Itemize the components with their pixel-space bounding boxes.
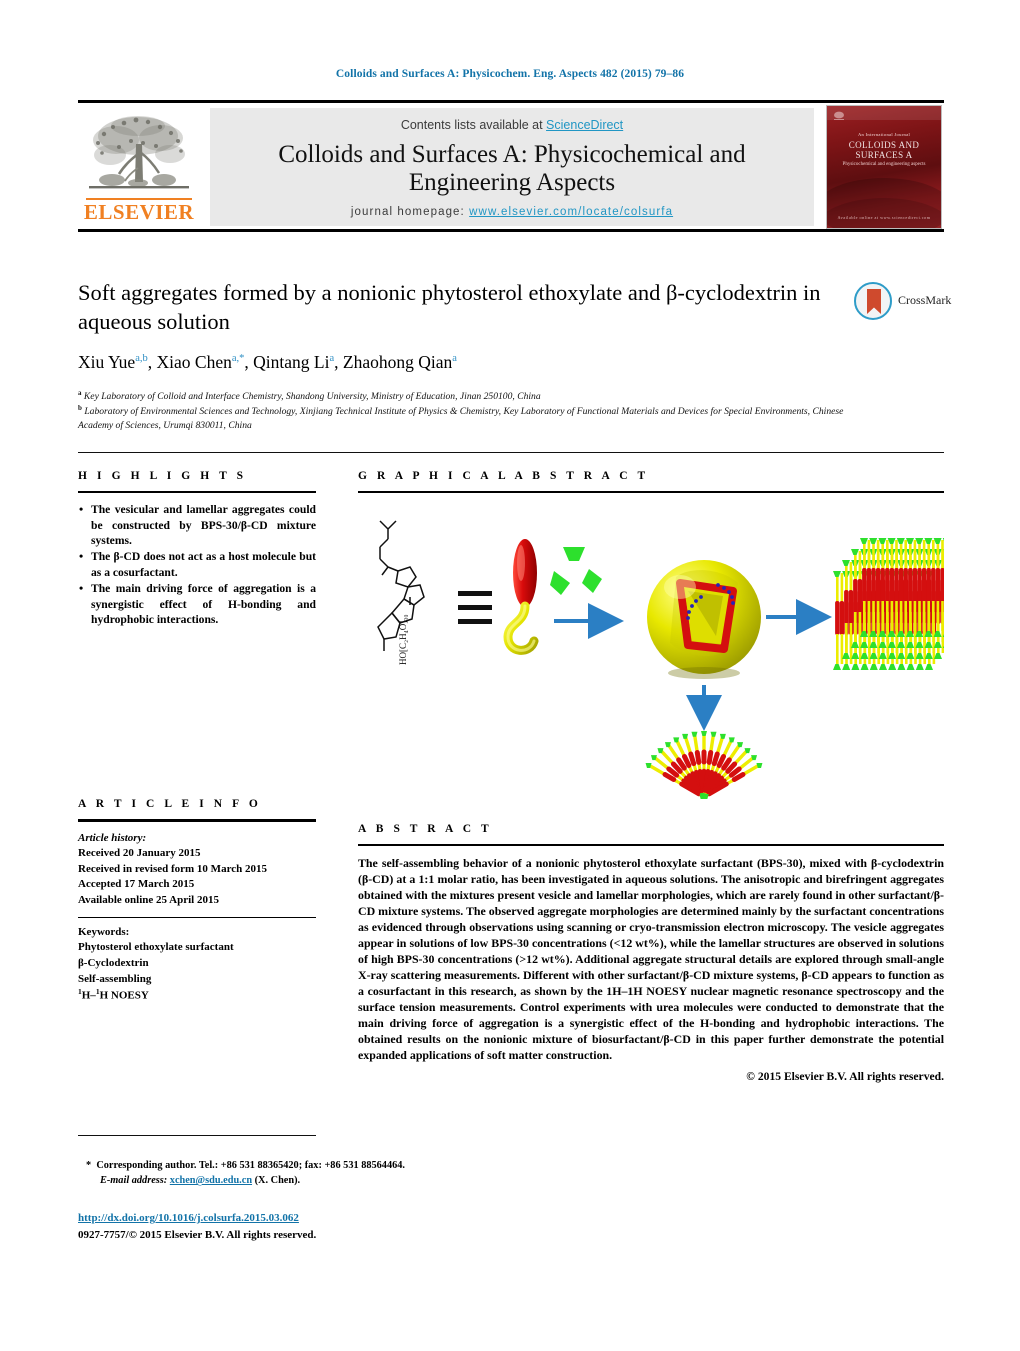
- email-owner: (X. Chen).: [254, 1175, 301, 1187]
- article-history-block: Article history: Received 20 January 201…: [78, 831, 316, 909]
- left-column: H I G H L I G H T S The vesicular and la…: [78, 470, 316, 1004]
- article-info-heading: A R T I C L E I N F O: [78, 798, 262, 811]
- vesicle-icon: [647, 560, 761, 680]
- journal-title-line1: Colloids and Surfaces A: Physicochemical…: [278, 141, 746, 168]
- corresponding-author-note: * Corresponding author. Tel.: +86 531 88…: [86, 1158, 646, 1189]
- contents-available-line: Contents lists available at ScienceDirec…: [401, 118, 623, 132]
- journal-homepage-line: journal homepage: www.elsevier.com/locat…: [351, 206, 673, 218]
- journal-cover-thumbnail: An International Journal COLLOIDS AND SU…: [826, 105, 942, 229]
- journal-masthead: ELSEVIER Contents lists available at Sci…: [78, 100, 944, 232]
- author-name-3: Zhaohong Qian: [342, 352, 453, 372]
- corresponding-marker: *: [86, 1160, 92, 1171]
- crossmark-label: CrossMark: [898, 293, 952, 307]
- email-link[interactable]: xchen@sdu.edu.cn: [170, 1175, 252, 1186]
- cover-elsevier-icon: [834, 111, 844, 120]
- issn-copyright-line: 0927-7757/© 2015 Elsevier B.V. All right…: [78, 1229, 317, 1241]
- author-marks-2: a: [329, 353, 335, 365]
- affiliation-text-a: Key Laboratory of Colloid and Interface …: [83, 391, 541, 403]
- keyword-item: β-Cyclodextrin: [78, 956, 149, 969]
- masthead-bottom-rule: [78, 229, 944, 232]
- abstract-heading: A B S T R A C T: [358, 823, 493, 836]
- list-item: The β-CD does not act as a host molecule…: [79, 549, 316, 580]
- elsevier-wordmark: ELSEVIER: [83, 200, 195, 224]
- keywords-label: Keywords:: [78, 925, 130, 938]
- curved-bilayer-fan-icon: [645, 731, 763, 800]
- author-name-1: Xiao Chen: [156, 352, 232, 372]
- keywords-block: Keywords: Phytosterol ethoxylate surfact…: [78, 925, 316, 1005]
- affiliation-list: a Key Laboratory of Colloid and Interfac…: [78, 389, 878, 432]
- cover-title: COLLOIDS AND SURFACES A: [848, 140, 920, 161]
- title-block: Soft aggregates formed by a nonionic phy…: [78, 278, 838, 337]
- doi-link[interactable]: http://dx.doi.org/10.1016/j.colsurfa.201…: [78, 1212, 299, 1224]
- article-history-item: Received in revised form 10 March 2015: [78, 862, 267, 875]
- abstract-copyright: © 2015 Elsevier B.V. All rights reserved…: [746, 1070, 944, 1084]
- abstract-text: The self-assembling behavior of a nonion…: [358, 856, 944, 1063]
- cover-subtitle: Physicochemical and engineering aspects: [842, 162, 926, 167]
- page-title: Soft aggregates formed by a nonionic phy…: [78, 280, 821, 335]
- affiliation-mark-b: b: [78, 403, 82, 412]
- graphical-abstract-svg: HO[C₂H₄O]₃₀: [377, 520, 964, 800]
- keyword-item-noesy: 1H–1H NOESY: [78, 987, 149, 1002]
- article-history-item: Available online 25 April 2015: [78, 894, 219, 907]
- affiliation-b: b Laboratory of Environmental Sciences a…: [78, 404, 878, 432]
- lamellar-stack-icon: [833, 538, 964, 671]
- keyword-item: Self-assembling: [78, 972, 152, 985]
- highlights-heading: H I G H L I G H T S: [78, 470, 247, 482]
- right-column: G R A P H I C A L A B S T R A C T HO[C₂H…: [358, 470, 964, 1084]
- email-line: E-mail address: xchen@sdu.edu.cn (X. Che…: [86, 1173, 646, 1188]
- corresponding-text: Corresponding author. Tel.: +86 531 8836…: [96, 1160, 405, 1171]
- graphical-abstract-rule: [358, 491, 944, 494]
- cover-line-top: An International Journal: [857, 132, 911, 137]
- author-marks-1: a,*: [231, 353, 245, 365]
- masthead-top-rule: [78, 100, 944, 103]
- keyword-item: Phytosterol ethoxylate surfactant: [78, 941, 234, 954]
- crossmark-badge[interactable]: CrossMark: [854, 282, 956, 322]
- footnote-divider-rule: [78, 1135, 316, 1136]
- list-item: The vesicular and lamellar aggregates co…: [79, 502, 316, 548]
- cover-line-bottom: Available online at www.sciencedirect.co…: [837, 215, 931, 220]
- highlights-rule: [78, 491, 316, 494]
- article-history-label: Article history:: [78, 831, 147, 844]
- paper-page: Colloids and Surfaces A: Physicochem. En…: [0, 0, 1020, 1351]
- author-marks-0: a,b: [135, 353, 148, 365]
- article-history-item: Accepted 17 March 2015: [78, 878, 195, 891]
- graphical-abstract-figure: HO[C₂H₄O]₃₀: [358, 505, 964, 805]
- graphical-abstract-heading: G R A P H I C A L A B S T R A C T: [358, 470, 649, 482]
- surfactant-molecule-icon: [503, 539, 539, 655]
- molecule-formula-label: HO[C₂H₄O]₃₀: [398, 615, 408, 666]
- equals-symbol: [458, 591, 492, 625]
- header-divider-rule: [78, 452, 944, 453]
- sciencedirect-link[interactable]: ScienceDirect: [546, 118, 623, 132]
- author-name-2: Qintang Li: [253, 352, 330, 372]
- homepage-prefix: journal homepage:: [350, 206, 465, 218]
- left-column-spacer: [78, 628, 316, 798]
- article-history-item: Received 20 January 2015: [78, 847, 201, 860]
- highlights-list: The vesicular and lamellar aggregates co…: [78, 502, 316, 627]
- author-name-0: Xiu Yue: [78, 352, 136, 372]
- crossmark-bookmark-shape: [867, 289, 881, 314]
- affiliation-a: a Key Laboratory of Colloid and Interfac…: [78, 389, 878, 404]
- crossmark-icon: [854, 282, 892, 320]
- article-info-rule: [78, 819, 316, 822]
- corresponding-author-line: * Corresponding author. Tel.: +86 531 88…: [86, 1158, 646, 1173]
- keywords-divider-rule: [78, 916, 316, 918]
- journal-title: Colloids and Surfaces A: Physicochemical…: [278, 141, 745, 197]
- abstract-rule: [358, 844, 944, 847]
- running-head: Colloids and Surfaces A: Physicochem. En…: [335, 68, 685, 80]
- author-list: Xiu Yuea,b, Xiao Chena,*, Qintang Lia, Z…: [78, 352, 457, 372]
- author-marks-3: a: [452, 353, 457, 365]
- elsevier-tree-icon: [89, 116, 189, 189]
- affiliation-text-b: Laboratory of Environmental Sciences and…: [78, 405, 844, 431]
- contents-prefix: Contents lists available at: [400, 118, 547, 132]
- list-item: The main driving force of aggregation is…: [79, 581, 316, 627]
- cyclodextrin-icon: [550, 547, 602, 596]
- journal-title-line2: Engineering Aspects: [408, 169, 616, 196]
- email-label: E-mail address:: [100, 1175, 168, 1187]
- elsevier-logo: ELSEVIER: [80, 108, 198, 226]
- journal-homepage-link[interactable]: www.elsevier.com/locate/colsurfa: [469, 206, 673, 218]
- affiliation-mark-a: a: [78, 389, 82, 397]
- masthead-center-panel: Contents lists available at ScienceDirec…: [210, 108, 814, 226]
